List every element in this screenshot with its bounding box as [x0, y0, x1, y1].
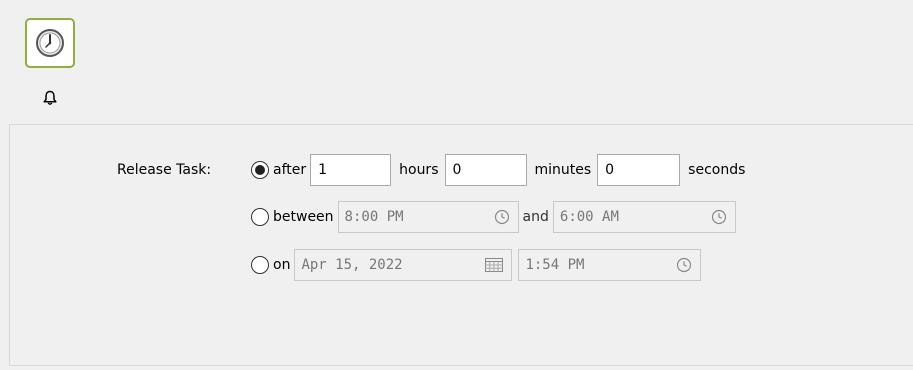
minutes-input[interactable]	[444, 154, 527, 186]
on-time[interactable]: 1:54 PM	[518, 249, 702, 281]
on-row: on Apr 15, 2022 1:54 PM	[251, 249, 702, 281]
calendar-icon	[485, 258, 504, 272]
tab-alarm[interactable]	[43, 90, 57, 106]
end-time-value: 6:00 AM	[559, 209, 619, 225]
hours-input[interactable]	[310, 154, 392, 186]
clock-icon	[494, 209, 509, 225]
tab-bar	[0, 0, 913, 122]
release-task-label: Release Task:	[117, 162, 212, 178]
between-label: between	[273, 209, 334, 225]
start-time-value: 8:00 PM	[344, 209, 404, 225]
after-row: after hours minutes seconds	[251, 154, 751, 186]
and-label: and	[522, 209, 549, 225]
clock-icon	[711, 209, 726, 225]
seconds-label: seconds	[688, 162, 746, 178]
bell-icon	[43, 90, 57, 105]
clock-icon	[677, 257, 692, 273]
on-radio[interactable]	[251, 256, 269, 274]
tab-timer[interactable]	[25, 18, 75, 68]
date-value: Apr 15, 2022	[301, 257, 403, 273]
clock-icon	[36, 29, 64, 57]
on-label: on	[273, 257, 291, 273]
between-row: between 8:00 PM and 6:00 AM	[251, 201, 736, 233]
hours-label: hours	[399, 162, 439, 178]
on-date[interactable]: Apr 15, 2022	[294, 249, 513, 281]
after-label: after	[273, 162, 307, 178]
seconds-input[interactable]	[597, 154, 681, 186]
after-radio[interactable]	[251, 161, 269, 179]
between-radio[interactable]	[251, 208, 269, 226]
on-time-value: 1:54 PM	[525, 257, 585, 273]
between-end-time[interactable]: 6:00 AM	[552, 201, 736, 233]
minutes-label: minutes	[534, 162, 592, 178]
between-start-time[interactable]: 8:00 PM	[337, 201, 519, 233]
